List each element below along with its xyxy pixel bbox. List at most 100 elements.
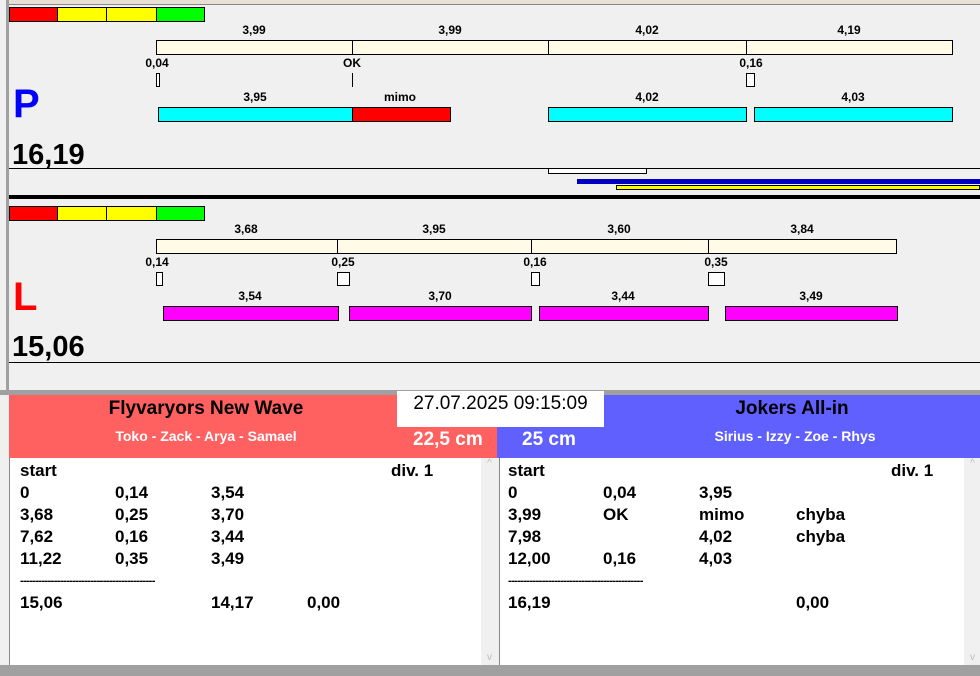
signal-green bbox=[156, 206, 205, 221]
progress-white bbox=[548, 168, 647, 174]
list-start: start bbox=[20, 461, 57, 480]
run-bar bbox=[548, 107, 747, 122]
list-separator: ----------------------------------------… bbox=[20, 575, 155, 587]
list-cell: chyba bbox=[796, 527, 846, 546]
list-cell: OK bbox=[603, 505, 629, 524]
list-cell: 3,44 bbox=[211, 527, 245, 546]
gap-label: 0,25 bbox=[331, 255, 355, 269]
list-cell: 11,22 bbox=[20, 549, 62, 568]
run-bar bbox=[349, 306, 532, 321]
list-cell: 15,06 bbox=[20, 593, 63, 612]
scrollbar[interactable]: ^ v bbox=[481, 458, 498, 665]
run-bar bbox=[539, 306, 709, 321]
list-cell: 0,35 bbox=[115, 549, 149, 568]
scroll-up-icon[interactable]: ^ bbox=[481, 458, 498, 469]
list-cell: 0,14 bbox=[115, 483, 149, 502]
run-bar-miss bbox=[352, 107, 451, 122]
lane-total: 15,06 bbox=[12, 331, 85, 363]
segment-bar bbox=[548, 40, 747, 55]
lane-letter: L bbox=[13, 275, 38, 319]
list-cell: chyba bbox=[796, 505, 846, 524]
list-cell: 14,17 bbox=[211, 593, 254, 612]
scroll-up-icon[interactable]: ^ bbox=[964, 458, 980, 469]
left-result-list[interactable]: start div. 1 0 0,14 3,54 3,68 0,25 3,70 7,62… bbox=[9, 458, 498, 665]
list-cell: 3,54 bbox=[211, 483, 245, 502]
run-label: 3,70 bbox=[428, 289, 452, 303]
list-cell: 0 bbox=[508, 483, 518, 502]
track-line bbox=[9, 168, 980, 169]
run-bar bbox=[754, 107, 953, 122]
run-bar bbox=[158, 107, 353, 122]
run-label: 4,03 bbox=[841, 90, 865, 104]
lane-divider bbox=[9, 195, 980, 199]
list-cell: 0,16 bbox=[603, 549, 637, 568]
bottom-border bbox=[0, 665, 980, 676]
list-cell: 0,04 bbox=[603, 483, 637, 502]
run-label: 3,49 bbox=[799, 289, 823, 303]
segment-bar bbox=[708, 239, 897, 254]
signal-yellow bbox=[57, 7, 107, 22]
list-cell: 7,98 bbox=[508, 527, 542, 546]
list-cell: 4,03 bbox=[699, 549, 733, 568]
gap-marker bbox=[337, 272, 350, 286]
run-label: 4,02 bbox=[635, 90, 659, 104]
scroll-down-icon[interactable]: v bbox=[481, 652, 498, 663]
team-name: Jokers All-in bbox=[735, 398, 849, 419]
list-cell: 0 bbox=[20, 483, 30, 502]
run-label: 3,95 bbox=[243, 90, 267, 104]
list-division: div. 1 bbox=[391, 461, 434, 480]
segment-bar bbox=[531, 239, 709, 254]
signal-yellow bbox=[106, 7, 157, 22]
gap-label: 0,14 bbox=[145, 255, 169, 269]
segment-label: 3,95 bbox=[422, 222, 446, 236]
list-cell: 3,99 bbox=[508, 505, 542, 524]
list-cell: mimo bbox=[699, 505, 745, 524]
signal-green bbox=[156, 7, 205, 22]
segment-bar bbox=[156, 40, 353, 55]
gap-label: 0,16 bbox=[739, 56, 763, 70]
segment-label: 4,19 bbox=[837, 23, 861, 37]
scrollbar[interactable]: ^ v bbox=[964, 458, 980, 665]
segment-label: 3,84 bbox=[790, 222, 814, 236]
list-cell: 12,00 bbox=[508, 549, 551, 568]
list-cell: 0,00 bbox=[307, 593, 341, 612]
list-cell: 16,19 bbox=[508, 593, 551, 612]
progress-blue bbox=[577, 179, 980, 184]
run-label: 3,54 bbox=[238, 289, 262, 303]
segment-bar bbox=[746, 40, 953, 55]
signal-red bbox=[9, 206, 58, 221]
list-cell: 0,16 bbox=[115, 527, 149, 546]
signal-yellow bbox=[106, 206, 157, 221]
segment-label: 3,60 bbox=[607, 222, 631, 236]
lane-letter: P bbox=[13, 82, 40, 126]
gap-label: 0,16 bbox=[523, 255, 547, 269]
gap-label: 0,04 bbox=[145, 56, 169, 70]
list-cell: 0,25 bbox=[115, 505, 149, 524]
right-result-list[interactable]: start div. 1 0 0,04 3,95 3,99 OK mimo chyba 7… bbox=[499, 458, 980, 665]
scroll-down-icon[interactable]: v bbox=[964, 652, 980, 663]
list-division: div. 1 bbox=[891, 461, 934, 480]
team-distance: 25 cm bbox=[522, 429, 576, 450]
gap-marker bbox=[708, 272, 725, 286]
run-label: 3,44 bbox=[611, 289, 635, 303]
list-cell: 3,68 bbox=[20, 505, 54, 524]
team-distance: 22,5 cm bbox=[413, 429, 483, 450]
team-name: Flyvaryors New Wave bbox=[108, 398, 304, 419]
list-cell: 4,02 bbox=[699, 527, 733, 546]
lane-total: 16,19 bbox=[12, 139, 85, 171]
list-cell: 3,49 bbox=[211, 549, 245, 568]
segment-label: 4,02 bbox=[635, 23, 659, 37]
team-members: Sirius - Izzy - Zoe - Rhys bbox=[714, 428, 876, 444]
segment-bar bbox=[352, 40, 549, 55]
gap-marker bbox=[156, 73, 160, 87]
top-strip bbox=[9, 0, 980, 5]
segment-label: 3,68 bbox=[234, 222, 258, 236]
gap-label: 0,35 bbox=[704, 255, 728, 269]
team-members: Toko - Zack - Arya - Samael bbox=[115, 428, 297, 444]
segment-bar bbox=[337, 239, 532, 254]
signal-yellow bbox=[57, 206, 107, 221]
progress-yellow bbox=[616, 185, 980, 190]
gap-marker bbox=[746, 73, 755, 87]
segment-label: 3,99 bbox=[242, 23, 266, 37]
segment-label: 3,99 bbox=[438, 23, 462, 37]
